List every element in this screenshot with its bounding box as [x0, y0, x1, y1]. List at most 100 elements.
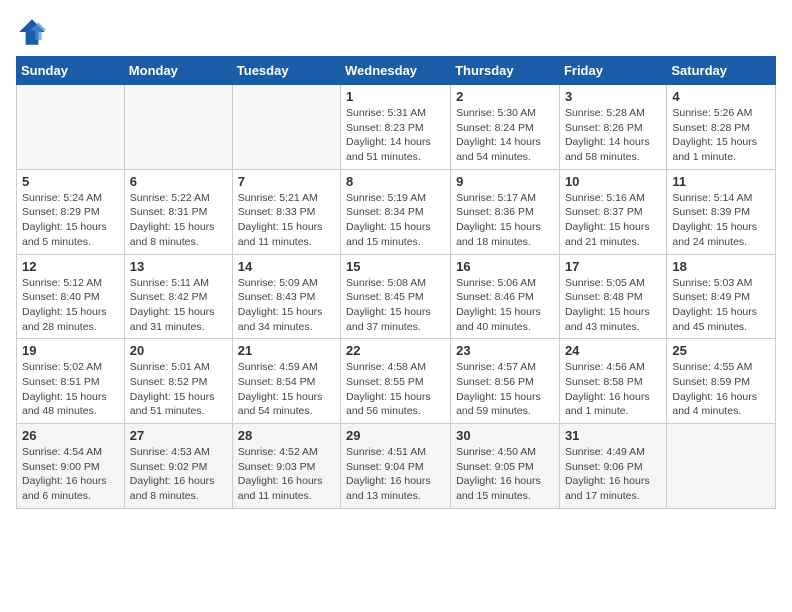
- day-info: Sunrise: 5:26 AM Sunset: 8:28 PM Dayligh…: [672, 106, 770, 165]
- col-header-wednesday: Wednesday: [341, 57, 451, 85]
- day-info: Sunrise: 5:05 AM Sunset: 8:48 PM Dayligh…: [565, 276, 661, 335]
- calendar-cell: [17, 85, 125, 170]
- day-info: Sunrise: 5:21 AM Sunset: 8:33 PM Dayligh…: [238, 191, 335, 250]
- day-number: 21: [238, 343, 335, 358]
- calendar-cell: 2 Sunrise: 5:30 AM Sunset: 8:24 PM Daylig…: [451, 85, 560, 170]
- day-number: 28: [238, 428, 335, 443]
- day-number: 7: [238, 174, 335, 189]
- day-info: Sunrise: 5:12 AM Sunset: 8:40 PM Dayligh…: [22, 276, 119, 335]
- calendar-cell: 8Sunrise: 5:19 AM Sunset: 8:34 PM Daylig…: [341, 169, 451, 254]
- day-info: Sunrise: 4:53 AM Sunset: 9:02 PM Dayligh…: [130, 445, 227, 504]
- calendar-cell: 17 Sunrise: 5:05 AM Sunset: 8:48 PM Dayli…: [559, 254, 666, 339]
- day-number: 29: [346, 428, 445, 443]
- day-info: Sunrise: 4:50 AM Sunset: 9:05 PM Dayligh…: [456, 445, 554, 504]
- col-header-tuesday: Tuesday: [232, 57, 340, 85]
- day-info: Sunrise: 4:49 AM Sunset: 9:06 PM Dayligh…: [565, 445, 661, 504]
- day-info: Sunrise: 5:02 AM Sunset: 8:51 PM Dayligh…: [22, 360, 119, 419]
- day-info: Sunrise: 5:17 AM Sunset: 8:36 PM Dayligh…: [456, 191, 554, 250]
- calendar-cell: 18 Sunrise: 5:03 AM Sunset: 8:49 PM Dayli…: [667, 254, 776, 339]
- calendar-cell: 11 Sunrise: 5:14 AM Sunset: 8:39 PM Dayli…: [667, 169, 776, 254]
- day-info: Sunrise: 4:57 AM Sunset: 8:56 PM Dayligh…: [456, 360, 554, 419]
- day-info: Sunrise: 4:58 AM Sunset: 8:55 PM Dayligh…: [346, 360, 445, 419]
- calendar-cell: 26 Sunrise: 4:54 AM Sunset: 9:00 PM Dayli…: [17, 424, 125, 509]
- day-info: Sunrise: 5:01 AM Sunset: 8:52 PM Dayligh…: [130, 360, 227, 419]
- calendar-cell: 6Sunrise: 5:22 AM Sunset: 8:31 PM Daylig…: [124, 169, 232, 254]
- col-header-monday: Monday: [124, 57, 232, 85]
- day-number: 26: [22, 428, 119, 443]
- day-number: 31: [565, 428, 661, 443]
- day-number: 23: [456, 343, 554, 358]
- calendar-cell: 14 Sunrise: 5:09 AM Sunset: 8:43 PM Dayli…: [232, 254, 340, 339]
- col-header-saturday: Saturday: [667, 57, 776, 85]
- day-number: 14: [238, 259, 335, 274]
- day-number: 19: [22, 343, 119, 358]
- calendar-cell: [232, 85, 340, 170]
- day-info: Sunrise: 5:11 AM Sunset: 8:42 PM Dayligh…: [130, 276, 227, 335]
- day-number: 18: [672, 259, 770, 274]
- calendar-cell: 27 Sunrise: 4:53 AM Sunset: 9:02 PM Dayli…: [124, 424, 232, 509]
- day-number: 22: [346, 343, 445, 358]
- day-number: 16: [456, 259, 554, 274]
- day-info: Sunrise: 4:59 AM Sunset: 8:54 PM Dayligh…: [238, 360, 335, 419]
- calendar-cell: [667, 424, 776, 509]
- calendar-cell: 31 Sunrise: 4:49 AM Sunset: 9:06 PM Dayli…: [559, 424, 666, 509]
- calendar-cell: 10Sunrise: 5:16 AM Sunset: 8:37 PM Dayli…: [559, 169, 666, 254]
- day-number: 15: [346, 259, 445, 274]
- day-number: 2: [456, 89, 554, 104]
- day-info: Sunrise: 4:55 AM Sunset: 8:59 PM Dayligh…: [672, 360, 770, 419]
- day-info: Sunrise: 5:06 AM Sunset: 8:46 PM Dayligh…: [456, 276, 554, 335]
- day-number: 13: [130, 259, 227, 274]
- day-number: 24: [565, 343, 661, 358]
- day-info: Sunrise: 5:31 AM Sunset: 8:23 PM Dayligh…: [346, 106, 445, 165]
- day-info: Sunrise: 5:28 AM Sunset: 8:26 PM Dayligh…: [565, 106, 661, 165]
- calendar-cell: 15 Sunrise: 5:08 AM Sunset: 8:45 PM Dayli…: [341, 254, 451, 339]
- day-number: 9: [456, 174, 554, 189]
- day-info: Sunrise: 5:08 AM Sunset: 8:45 PM Dayligh…: [346, 276, 445, 335]
- day-info: Sunrise: 4:52 AM Sunset: 9:03 PM Dayligh…: [238, 445, 335, 504]
- page-header: [16, 16, 776, 48]
- day-number: 30: [456, 428, 554, 443]
- calendar-cell: 28 Sunrise: 4:52 AM Sunset: 9:03 PM Dayli…: [232, 424, 340, 509]
- logo-icon: [16, 16, 48, 48]
- day-number: 4: [672, 89, 770, 104]
- calendar-cell: 3 Sunrise: 5:28 AM Sunset: 8:26 PM Daylig…: [559, 85, 666, 170]
- day-info: Sunrise: 5:24 AM Sunset: 8:29 PM Dayligh…: [22, 191, 119, 250]
- day-number: 5: [22, 174, 119, 189]
- calendar-header-row: SundayMondayTuesdayWednesdayThursdayFrid…: [17, 57, 776, 85]
- col-header-thursday: Thursday: [451, 57, 560, 85]
- day-info: Sunrise: 4:51 AM Sunset: 9:04 PM Dayligh…: [346, 445, 445, 504]
- calendar-cell: 30 Sunrise: 4:50 AM Sunset: 9:05 PM Dayli…: [451, 424, 560, 509]
- calendar-cell: 13 Sunrise: 5:11 AM Sunset: 8:42 PM Dayli…: [124, 254, 232, 339]
- day-number: 11: [672, 174, 770, 189]
- calendar-cell: 22 Sunrise: 4:58 AM Sunset: 8:55 PM Dayli…: [341, 339, 451, 424]
- calendar-cell: 7 Sunrise: 5:21 AM Sunset: 8:33 PM Daylig…: [232, 169, 340, 254]
- calendar-cell: 1 Sunrise: 5:31 AM Sunset: 8:23 PM Daylig…: [341, 85, 451, 170]
- day-number: 17: [565, 259, 661, 274]
- calendar-week-2: 5 Sunrise: 5:24 AM Sunset: 8:29 PM Daylig…: [17, 169, 776, 254]
- day-info: Sunrise: 5:09 AM Sunset: 8:43 PM Dayligh…: [238, 276, 335, 335]
- calendar-cell: 20 Sunrise: 5:01 AM Sunset: 8:52 PM Dayli…: [124, 339, 232, 424]
- calendar-cell: 12 Sunrise: 5:12 AM Sunset: 8:40 PM Dayli…: [17, 254, 125, 339]
- day-info: Sunrise: 4:54 AM Sunset: 9:00 PM Dayligh…: [22, 445, 119, 504]
- day-info: Sunrise: 5:14 AM Sunset: 8:39 PM Dayligh…: [672, 191, 770, 250]
- day-number: 3: [565, 89, 661, 104]
- day-number: 25: [672, 343, 770, 358]
- calendar-cell: 4 Sunrise: 5:26 AM Sunset: 8:28 PM Daylig…: [667, 85, 776, 170]
- col-header-sunday: Sunday: [17, 57, 125, 85]
- day-number: 1: [346, 89, 445, 104]
- calendar-cell: 9 Sunrise: 5:17 AM Sunset: 8:36 PM Daylig…: [451, 169, 560, 254]
- day-number: 10: [565, 174, 661, 189]
- calendar-cell: [124, 85, 232, 170]
- calendar-cell: 16 Sunrise: 5:06 AM Sunset: 8:46 PM Dayli…: [451, 254, 560, 339]
- day-info: Sunrise: 5:30 AM Sunset: 8:24 PM Dayligh…: [456, 106, 554, 165]
- day-number: 27: [130, 428, 227, 443]
- day-info: Sunrise: 5:03 AM Sunset: 8:49 PM Dayligh…: [672, 276, 770, 335]
- calendar-cell: 23 Sunrise: 4:57 AM Sunset: 8:56 PM Dayli…: [451, 339, 560, 424]
- day-number: 12: [22, 259, 119, 274]
- day-number: 6: [130, 174, 227, 189]
- calendar-cell: 5 Sunrise: 5:24 AM Sunset: 8:29 PM Daylig…: [17, 169, 125, 254]
- day-info: Sunrise: 5:19 AM Sunset: 8:34 PM Dayligh…: [346, 191, 445, 250]
- day-number: 20: [130, 343, 227, 358]
- calendar-table: SundayMondayTuesdayWednesdayThursdayFrid…: [16, 56, 776, 509]
- calendar-cell: 29 Sunrise: 4:51 AM Sunset: 9:04 PM Dayli…: [341, 424, 451, 509]
